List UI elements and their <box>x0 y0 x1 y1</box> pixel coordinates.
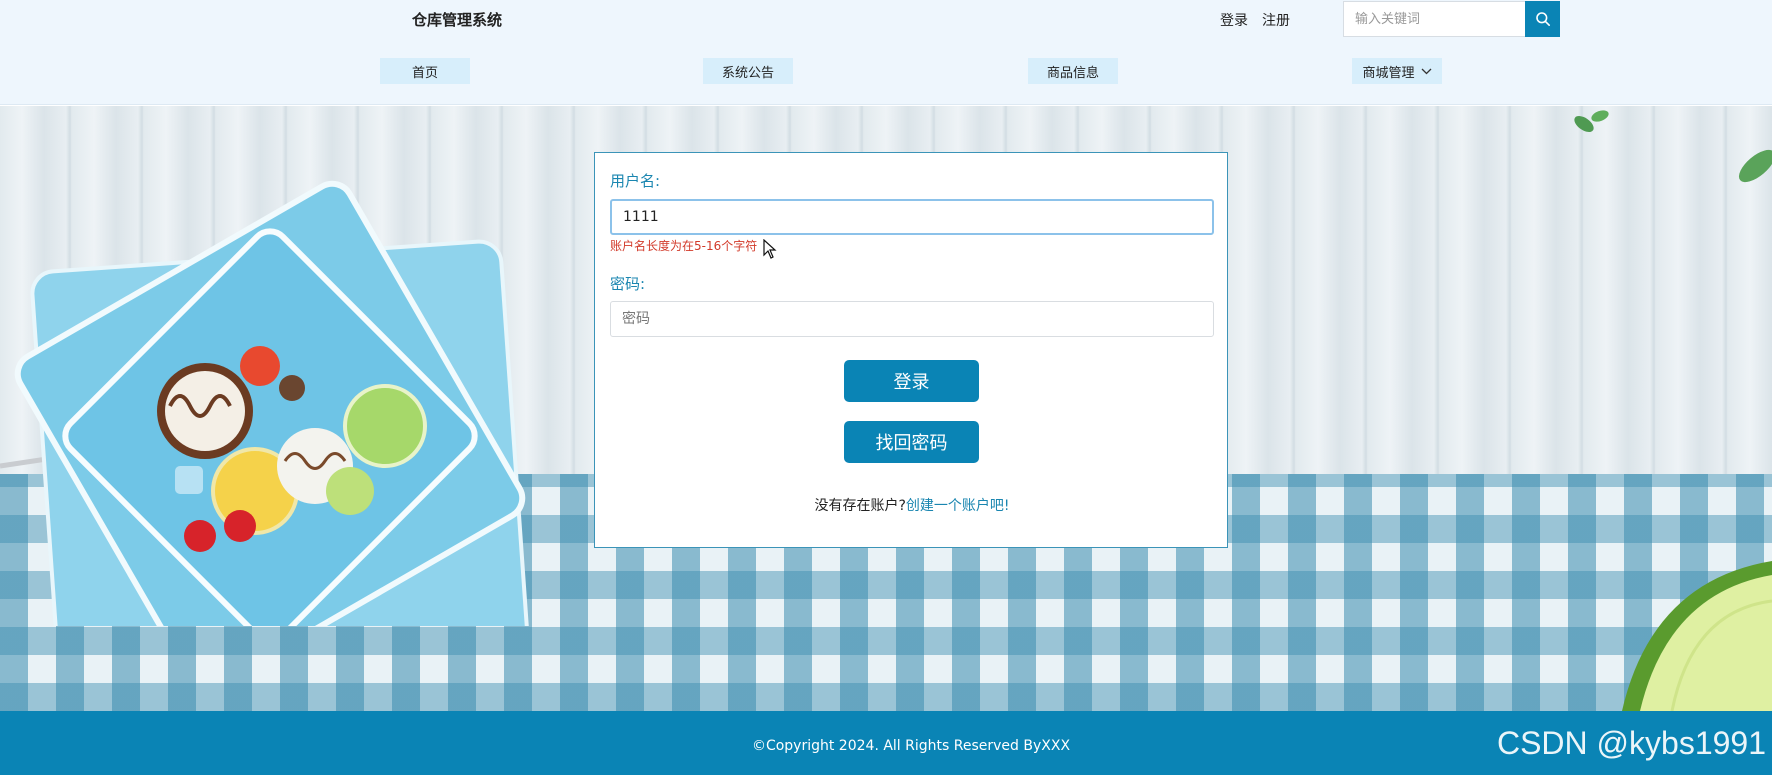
username-input[interactable] <box>610 199 1214 235</box>
search-input[interactable] <box>1343 1 1525 37</box>
site-footer: ©Copyright 2024. All Rights Reserved ByX… <box>0 711 1772 775</box>
site-header: 仓库管理系统 登录 注册 首页 系统公告 商品信息 商城管理 <box>0 0 1772 105</box>
no-account-text: 没有存在账户? <box>814 498 906 514</box>
watermark-text: CSDN @kybs1991 <box>1496 725 1766 761</box>
nav-goods[interactable]: 商品信息 <box>1028 58 1118 84</box>
login-button[interactable]: 登录 <box>844 360 979 402</box>
nav-mall-dropdown[interactable]: 商城管理 <box>1352 58 1442 84</box>
leaf-decoration <box>1574 110 1772 183</box>
search-bar <box>1343 1 1560 37</box>
username-label: 用户名: <box>610 172 661 190</box>
password-label: 密码: <box>610 275 646 293</box>
signup-prompt: 没有存在账户?创建一个账户吧! <box>595 495 1229 515</box>
search-icon <box>1535 12 1550 26</box>
search-button[interactable] <box>1525 1 1560 37</box>
create-account-link[interactable]: 创建一个账户吧! <box>906 498 1010 514</box>
mouse-pointer-icon <box>763 239 777 259</box>
background-image: 用户名: 账户名长度为在5-16个字符 密码: 登录 找回密码 没有存在账户?创… <box>0 106 1772 711</box>
find-password-button[interactable]: 找回密码 <box>844 421 979 463</box>
chevron-down-icon <box>1421 68 1431 74</box>
nav-mall-label: 商城管理 <box>1362 65 1415 81</box>
site-title: 仓库管理系统 <box>412 11 503 29</box>
nav-notice[interactable]: 系统公告 <box>703 58 793 84</box>
username-error-message: 账户名长度为在5-16个字符 <box>610 239 758 253</box>
header-register-link[interactable]: 注册 <box>1262 10 1290 30</box>
header-login-link[interactable]: 登录 <box>1220 10 1248 30</box>
plate-illustration <box>0 180 530 626</box>
login-card: 用户名: 账户名长度为在5-16个字符 密码: 登录 找回密码 没有存在账户?创… <box>594 152 1228 548</box>
nav-home[interactable]: 首页 <box>380 58 470 84</box>
password-input[interactable] <box>610 301 1214 337</box>
lime-decoration <box>1622 561 1772 711</box>
